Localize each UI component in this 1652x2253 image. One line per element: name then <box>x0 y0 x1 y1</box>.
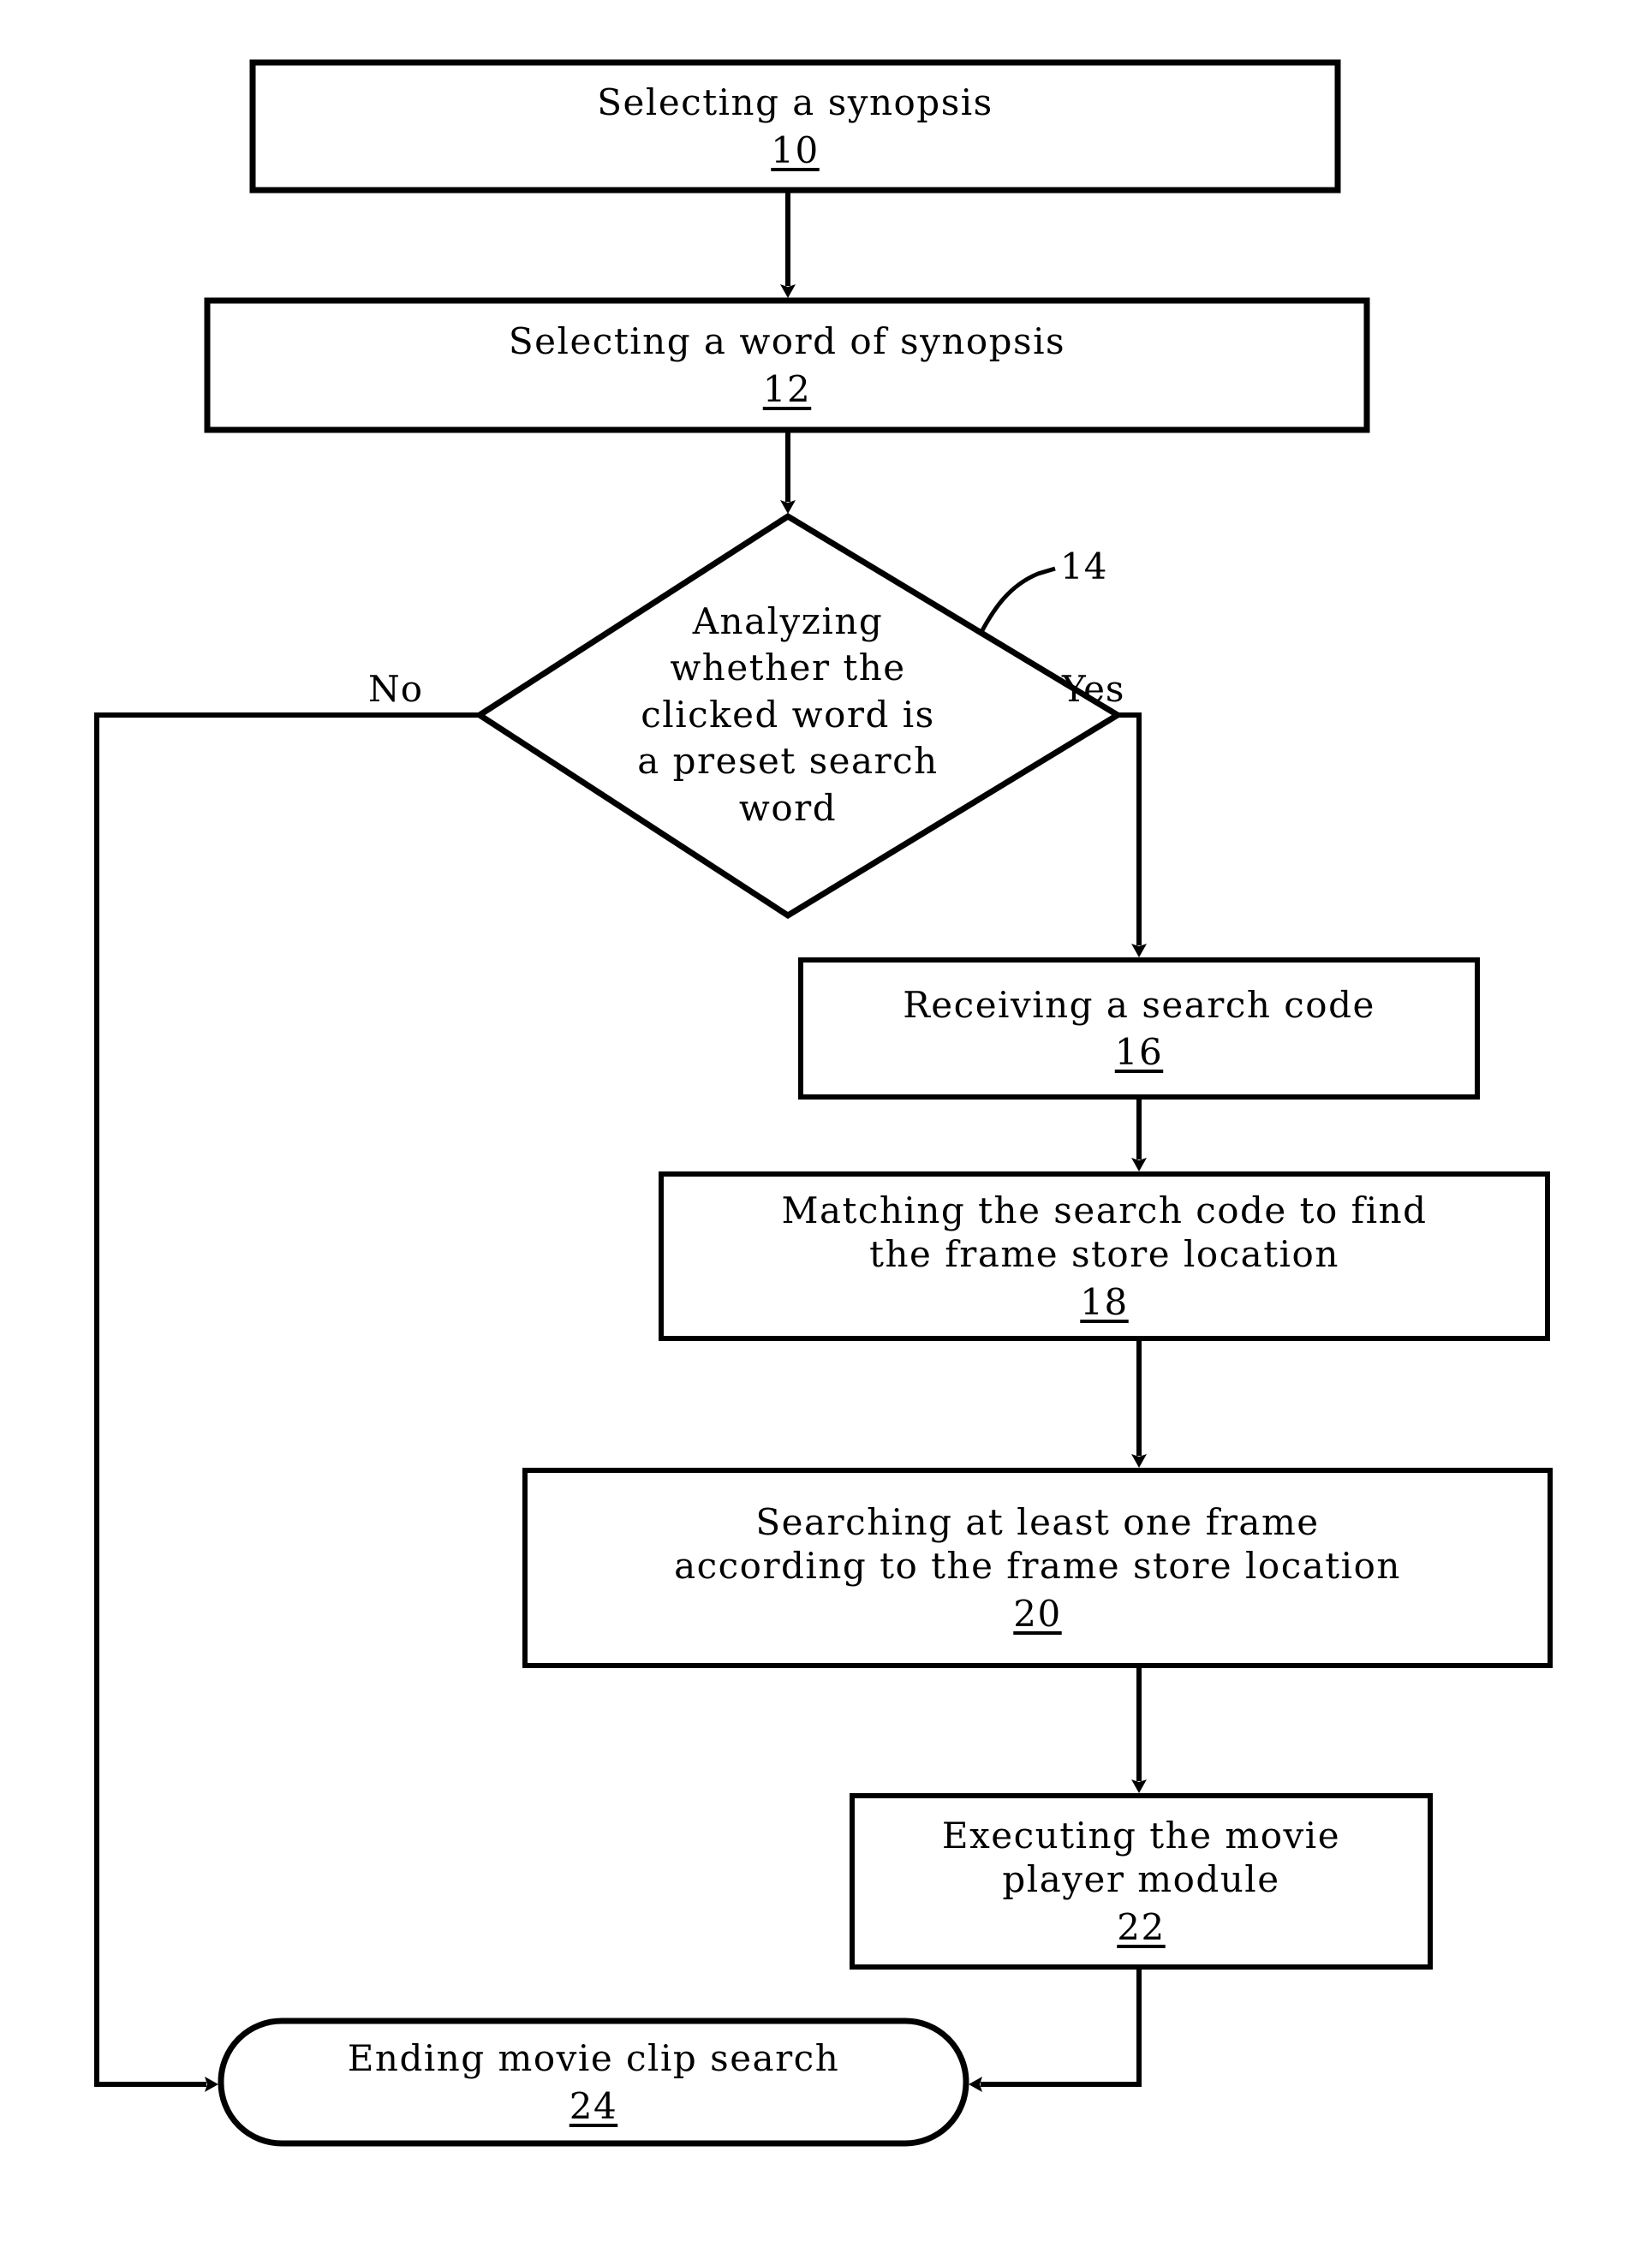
node-shape-24 <box>218 2018 969 2147</box>
callout-ref-14: 14 <box>1060 545 1108 587</box>
node-shape-10 <box>249 59 1341 194</box>
node-shape-20 <box>522 1468 1553 1668</box>
connector-14-yes-to-16 <box>1118 712 1147 957</box>
node-shape-16 <box>798 957 1480 1100</box>
node-shape-18 <box>659 1171 1550 1341</box>
node-shape-12 <box>204 297 1370 433</box>
edge-label-yes: Yes <box>1062 668 1125 710</box>
flowchart-figure: Selecting a synopsis 10 Selecting a word… <box>0 0 1652 2253</box>
flowchart-canvas <box>94 59 1553 2147</box>
connector-14-no-to-24 <box>94 712 480 2092</box>
node-shape-22 <box>850 1793 1433 1970</box>
edge-label-no: No <box>368 668 424 710</box>
callout-leader-14 <box>979 566 1056 634</box>
connector-22-to-24 <box>969 1967 1142 2092</box>
node-shape-14 <box>474 512 1124 920</box>
